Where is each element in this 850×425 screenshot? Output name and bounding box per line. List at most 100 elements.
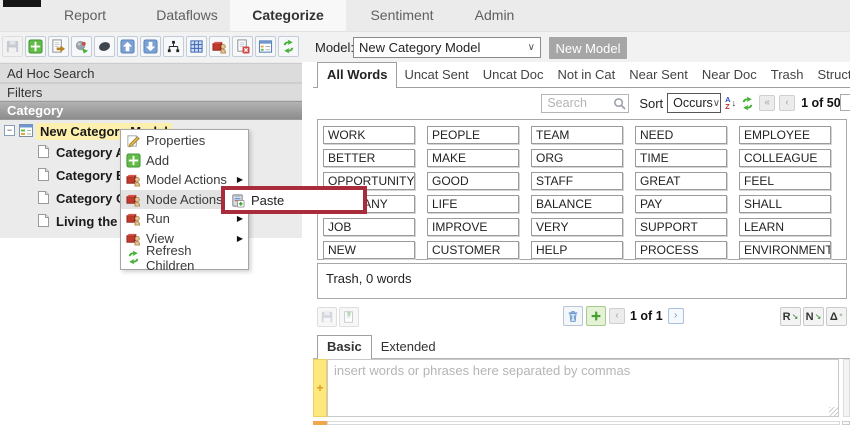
word-chip[interactable]: GOOD (427, 172, 519, 190)
tab-structured[interactable]: Structured (811, 63, 850, 87)
word-chip[interactable]: BALANCE (531, 195, 623, 213)
submenu-arrow-icon: ▶ (237, 234, 243, 243)
tab-trash[interactable]: Trash (764, 63, 811, 87)
sort-label: Sort (639, 96, 663, 111)
menu-item-label: Add (146, 153, 169, 168)
category-toolbar: ‹ 1 of 1 › R↘ N↘ Δ⁺ (313, 303, 850, 333)
tab-uncat-sent[interactable]: Uncat Sent (397, 63, 475, 87)
word-chip[interactable]: IMPROVE (427, 218, 519, 236)
word-chip[interactable]: ENVIRONMENT (739, 241, 831, 259)
tag-icon[interactable] (94, 36, 115, 57)
grid-icon[interactable] (186, 36, 207, 57)
word-chip[interactable]: STAFF (531, 172, 623, 190)
delete-icon[interactable] (563, 306, 583, 326)
section-category[interactable]: Category (0, 101, 302, 120)
word-chip[interactable]: FEEL (739, 172, 831, 190)
pager-prev-button[interactable]: ‹ (609, 308, 625, 324)
tree-node-living-the-v[interactable]: Living the V (56, 213, 130, 230)
section-ad-hoc-search[interactable]: Ad Hoc Search (0, 63, 302, 83)
rename-node-button[interactable]: R↘ (780, 307, 801, 326)
paste-icon (230, 193, 245, 208)
words-input[interactable] (327, 359, 839, 417)
new-node-button[interactable]: N↘ (803, 307, 824, 326)
model-actions-icon[interactable] (209, 36, 230, 57)
word-chip[interactable]: LEARN (739, 218, 831, 236)
save-icon[interactable] (317, 307, 337, 327)
add-icon[interactable] (25, 36, 46, 57)
pager-next-button[interactable]: › (668, 308, 684, 324)
menu-item-label: Run (146, 211, 170, 226)
add-delta-button[interactable]: Δ⁺ (826, 307, 847, 326)
tab-basic[interactable]: Basic (317, 335, 372, 359)
tab-report[interactable]: Report (40, 7, 130, 23)
word-chip[interactable]: WORK (323, 126, 415, 144)
word-chip[interactable]: PAY (635, 195, 727, 213)
pager-first-button[interactable]: « (759, 95, 775, 111)
export-document-icon[interactable] (48, 36, 69, 57)
hierarchy-icon[interactable] (163, 36, 184, 57)
word-chip[interactable]: TIME (635, 149, 727, 167)
tab-near-doc[interactable]: Near Doc (695, 63, 764, 87)
word-chip[interactable]: GREAT (635, 172, 727, 190)
chevron-down-icon: ∨ (528, 42, 535, 53)
word-chip[interactable]: ORG (531, 149, 623, 167)
scrollbar[interactable] (843, 359, 850, 417)
add-icon[interactable] (586, 306, 606, 326)
save-icon[interactable] (2, 36, 23, 57)
tab-sentiment[interactable]: Sentiment (353, 7, 451, 23)
menu-item-refresh-children[interactable]: Refresh Children (121, 248, 248, 268)
import-document-icon[interactable] (339, 307, 359, 327)
sort-az-icon[interactable]: AZ ↓ (725, 96, 736, 110)
tab-categorize[interactable]: Categorize (230, 7, 346, 23)
word-chip[interactable]: NEW (323, 241, 415, 259)
menu-item-properties[interactable]: Properties (121, 131, 248, 151)
button-label: N (806, 311, 814, 323)
trash-drop-zone[interactable]: Trash, 0 words (317, 263, 847, 299)
word-chip[interactable]: CUSTOMER (427, 241, 519, 259)
run-model-icon[interactable] (71, 36, 92, 57)
pager-prev-button[interactable]: ‹ (779, 95, 795, 111)
tree-collapse-icon[interactable]: − (4, 125, 15, 136)
tab-uncat-doc[interactable]: Uncat Doc (476, 63, 551, 87)
word-chip[interactable]: JOB (323, 218, 415, 236)
add-words-strip[interactable]: + (313, 359, 327, 417)
model-actions-icon (126, 211, 141, 226)
menu-item-add[interactable]: Add (121, 151, 248, 171)
word-chip[interactable]: PROCESS (635, 241, 727, 259)
tab-extended[interactable]: Extended (372, 336, 445, 358)
move-up-icon[interactable] (117, 36, 138, 57)
word-chip[interactable]: VERY (531, 218, 623, 236)
word-chip[interactable]: HELP (531, 241, 623, 259)
word-chip[interactable]: EMPLOYEE (739, 126, 831, 144)
tab-all-words[interactable]: All Words (317, 62, 397, 88)
tab-not-in-cat[interactable]: Not in Cat (550, 63, 622, 87)
tree-node-category-b[interactable]: Category B (56, 167, 125, 184)
word-chip[interactable]: LIFE (427, 195, 519, 213)
word-chip[interactable]: MAKE (427, 149, 519, 167)
word-chip[interactable]: BETTER (323, 149, 415, 167)
resize-handle[interactable] (829, 407, 838, 416)
word-chip[interactable]: TEAM (531, 126, 623, 144)
refresh-icon[interactable] (740, 96, 755, 111)
word-chip[interactable]: NEED (635, 126, 727, 144)
report-panel-icon[interactable] (255, 36, 276, 57)
tree-node-category-a[interactable]: Category A (56, 144, 125, 161)
tab-admin[interactable]: Admin (452, 7, 537, 23)
tree-node-category-c[interactable]: Category C (56, 190, 125, 207)
word-chip[interactable]: PEOPLE (427, 126, 519, 144)
arrow-icon: ↘ (792, 312, 799, 321)
sort-select[interactable]: Occurs ∨ (667, 93, 721, 113)
section-filters[interactable]: Filters (0, 83, 302, 101)
word-chip[interactable]: COLLEAGUE (739, 149, 831, 167)
move-down-icon[interactable] (140, 36, 161, 57)
new-model-button[interactable]: New Model (549, 37, 627, 59)
word-chip[interactable]: SUPPORT (635, 218, 727, 236)
tab-near-sent[interactable]: Near Sent (622, 63, 695, 87)
page-number-input[interactable] (840, 94, 850, 111)
word-chip[interactable]: SHALL (739, 195, 831, 213)
refresh-icon[interactable] (278, 36, 299, 57)
delete-document-icon[interactable] (232, 36, 253, 57)
tab-dataflows[interactable]: Dataflows (138, 7, 236, 23)
menu-item-paste[interactable]: Paste (251, 193, 284, 208)
model-select[interactable]: New Category Model ∨ (353, 37, 541, 58)
